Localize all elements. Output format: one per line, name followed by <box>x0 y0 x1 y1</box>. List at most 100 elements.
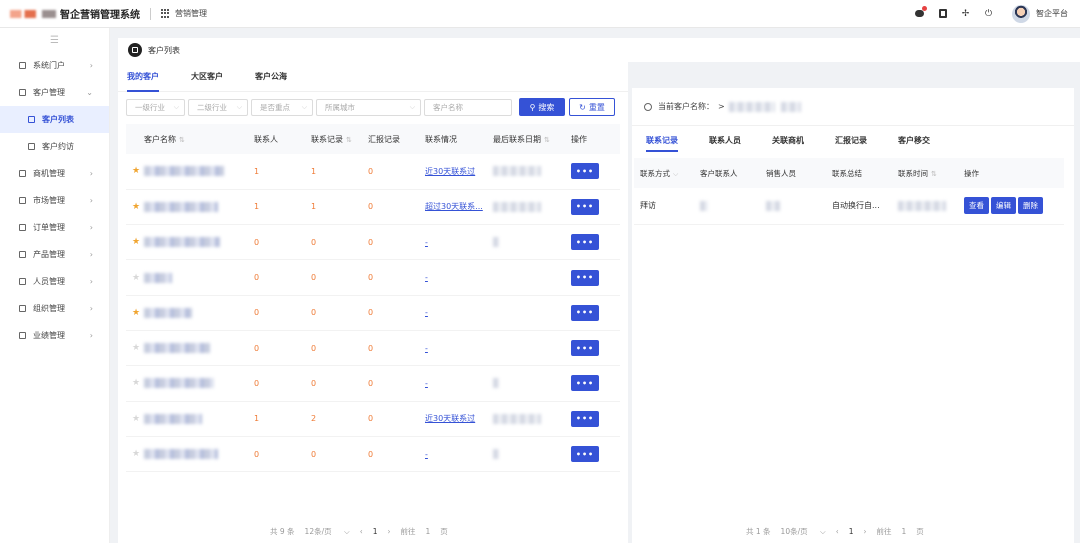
collapse-menu-icon[interactable]: ☰ <box>0 28 109 52</box>
table-row[interactable]: ★ 0 0 0- ••• <box>126 436 620 473</box>
sidebar-item-2[interactable]: 客户列表 <box>0 106 109 133</box>
sidebar-item-1[interactable]: 客户管理 ⌄ <box>0 79 109 106</box>
goto-page-input[interactable]: 1 <box>425 527 430 536</box>
customer-name-redacted[interactable] <box>144 449 218 460</box>
table-row[interactable]: ★ 1 2 0 近30天联系过 ••• <box>126 401 620 437</box>
prev-page-icon[interactable]: ‹ <box>360 527 363 536</box>
customer-name-redacted[interactable] <box>144 307 192 318</box>
book-icon[interactable] <box>937 8 948 19</box>
detail-tab-1[interactable]: 联系人员 <box>709 128 741 152</box>
table-row[interactable]: ★ 1 1 0 近30天联系过 ••• <box>126 154 620 190</box>
user-name[interactable]: 智企平台 <box>1036 8 1068 19</box>
sidebar-item-6[interactable]: 订单管理 › <box>0 214 109 241</box>
tab-2[interactable]: 客户公海 <box>255 62 287 92</box>
contact-status-link[interactable]: 近30天联系过 <box>425 167 475 176</box>
col-customer-name[interactable]: 客户名称 ⇅ <box>144 124 254 154</box>
sidebar-item-4[interactable]: 商机管理 › <box>0 160 109 187</box>
industry2-select[interactable]: 二级行业 ⌵ <box>188 98 248 116</box>
module-name[interactable]: 营销管理 <box>175 8 207 19</box>
apps-grid-icon[interactable] <box>161 9 170 18</box>
contact-status-link[interactable]: 近30天联系过 <box>425 414 475 423</box>
more-actions-button[interactable]: ••• <box>571 410 599 427</box>
key-point-select[interactable]: 是否重点 ⌵ <box>251 98 313 116</box>
detail-tab-3[interactable]: 汇报记录 <box>835 128 867 152</box>
table-row[interactable]: ★ 0 0 0- ••• <box>126 365 620 402</box>
more-actions-button[interactable]: ••• <box>571 198 599 215</box>
table-row[interactable]: ★ 0 0 0- ••• <box>126 295 620 331</box>
more-actions-button[interactable]: ••• <box>571 375 599 392</box>
star-icon[interactable]: ★ <box>126 378 140 388</box>
customer-name-redacted[interactable] <box>144 166 224 177</box>
sort-icon[interactable]: ⇅ <box>544 136 550 144</box>
tab-0[interactable]: 我的客户 <box>127 62 159 92</box>
contact-status-link[interactable]: - <box>425 308 428 317</box>
customer-name-redacted[interactable] <box>144 237 220 248</box>
sort-icon[interactable]: ⇅ <box>179 136 185 144</box>
customer-name-redacted[interactable] <box>144 343 210 354</box>
message-icon[interactable] <box>914 6 927 19</box>
sidebar-item-7[interactable]: 产品管理 › <box>0 241 109 268</box>
current-page[interactable]: 1 <box>849 527 854 536</box>
tab-1[interactable]: 大区客户 <box>191 62 223 92</box>
table-row[interactable]: ★ 1 1 0 超过30天联系... ••• <box>126 189 620 226</box>
sidebar-item-5[interactable]: 市场管理 › <box>0 187 109 214</box>
star-icon[interactable]: ★ <box>126 237 140 247</box>
reset-button[interactable]: ↻ 重置 <box>569 98 615 116</box>
delete-button[interactable]: 删除 <box>1018 197 1043 215</box>
sort-icon[interactable]: ⇅ <box>931 170 937 178</box>
sidebar-item-8[interactable]: 人员管理 › <box>0 268 109 295</box>
customer-name-redacted[interactable] <box>144 413 202 424</box>
star-icon[interactable]: ★ <box>126 273 140 283</box>
detail-tab-4[interactable]: 客户移交 <box>898 128 930 152</box>
city-select[interactable]: 所属城市 ⌵ <box>316 98 421 116</box>
sidebar-item-0[interactable]: 系统门户 › <box>0 52 109 79</box>
contact-status-link[interactable]: - <box>425 344 428 353</box>
customer-name-redacted[interactable] <box>144 378 214 389</box>
more-actions-button[interactable]: ••• <box>571 304 599 321</box>
prev-page-icon[interactable]: ‹ <box>836 527 839 536</box>
customer-name-redacted[interactable] <box>144 272 172 283</box>
more-actions-button[interactable]: ••• <box>571 234 599 251</box>
more-actions-button[interactable]: ••• <box>571 163 599 180</box>
sidebar-item-9[interactable]: 组织管理 › <box>0 295 109 322</box>
edit-button[interactable]: 编辑 <box>991 197 1016 215</box>
contact-status-link[interactable]: - <box>425 450 428 459</box>
view-button[interactable]: 查看 <box>964 197 989 215</box>
sidebar-item-10[interactable]: 业绩管理 › <box>0 322 109 349</box>
star-icon[interactable]: ★ <box>126 414 140 424</box>
more-actions-button[interactable]: ••• <box>571 269 599 286</box>
page-size-select[interactable]: 10条/页 ⌵ <box>781 526 826 537</box>
star-icon[interactable]: ★ <box>126 449 140 459</box>
customer-name-input[interactable]: 客户名称 <box>424 98 512 116</box>
user-avatar[interactable] <box>1012 4 1030 23</box>
power-icon[interactable]: ⏻ <box>983 8 994 19</box>
col-contact-time[interactable]: 联系时间 ⇅ <box>898 158 964 188</box>
industry1-select[interactable]: 一级行业 ⌵ <box>126 98 185 116</box>
contact-status-link[interactable]: 超过30天联系... <box>425 202 483 211</box>
customer-name-redacted[interactable] <box>144 201 218 212</box>
sidebar-item-3[interactable]: 客户约访 <box>0 133 109 160</box>
pin-icon[interactable]: ✢ <box>960 8 971 19</box>
contact-status-link[interactable]: - <box>425 273 428 282</box>
search-button[interactable]: ⚲ 搜索 <box>519 98 565 116</box>
contact-status-link[interactable]: - <box>425 238 428 247</box>
table-row[interactable]: ★ 0 0 0- ••• <box>126 224 620 261</box>
col-records[interactable]: 联系记录 ⇅ <box>311 124 368 154</box>
goto-page-input[interactable]: 1 <box>901 527 906 536</box>
table-row[interactable]: ★ 0 0 0- ••• <box>126 259 620 296</box>
star-icon[interactable]: ★ <box>126 343 140 353</box>
next-page-icon[interactable]: › <box>863 527 866 536</box>
detail-tab-2[interactable]: 关联商机 <box>772 128 804 152</box>
contact-status-link[interactable]: - <box>425 379 428 388</box>
next-page-icon[interactable]: › <box>387 527 390 536</box>
more-actions-button[interactable]: ••• <box>571 340 599 357</box>
page-size-select[interactable]: 12条/页 ⌵ <box>305 526 350 537</box>
more-actions-button[interactable]: ••• <box>571 446 599 463</box>
star-icon[interactable]: ★ <box>126 202 140 212</box>
star-icon[interactable]: ★ <box>126 308 140 318</box>
table-row[interactable]: ★ 0 0 0- ••• <box>126 330 620 367</box>
sort-icon[interactable]: ⇅ <box>346 136 352 144</box>
current-page[interactable]: 1 <box>373 527 378 536</box>
col-method[interactable]: 联系方式 ⌵ <box>634 158 700 188</box>
star-icon[interactable]: ★ <box>126 166 140 176</box>
